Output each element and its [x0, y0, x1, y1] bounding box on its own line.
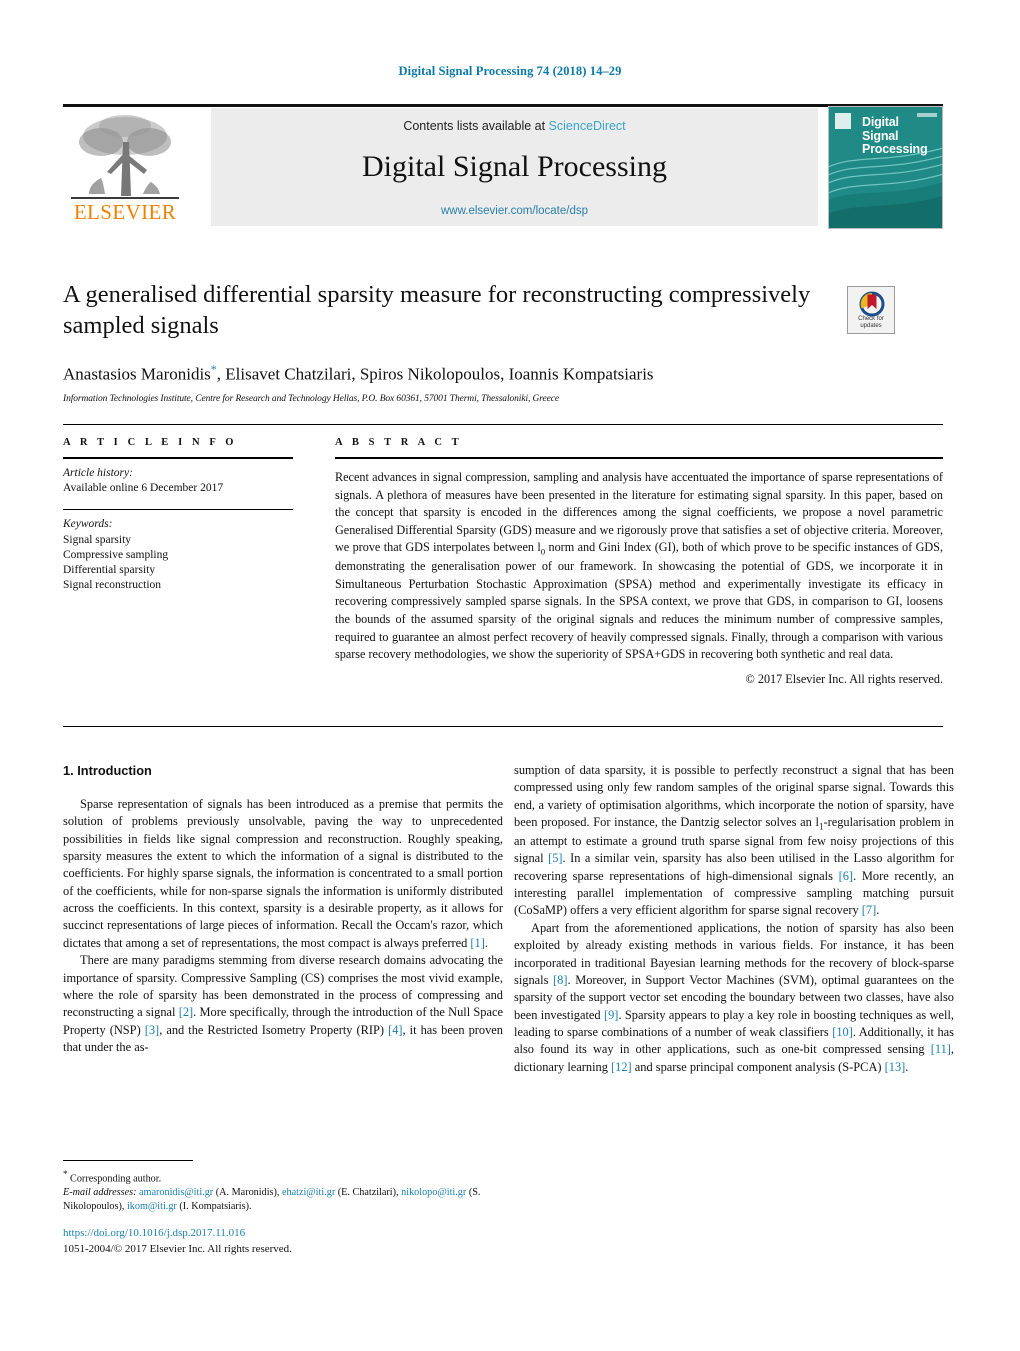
abstract-copyright: © 2017 Elsevier Inc. All rights reserved…	[745, 671, 943, 686]
email-link[interactable]: nikolopo@iti.gr	[401, 1187, 466, 1198]
affiliation: Information Technologies Institute, Cent…	[63, 394, 560, 405]
section-heading-introduction: 1. Introduction	[63, 763, 152, 778]
keywords-label: Keywords:	[63, 518, 113, 531]
article-history: Article history: Available online 6 Dece…	[63, 466, 293, 496]
keyword-item: Signal sparsity	[63, 533, 132, 546]
email-owner: (A. Maronidis),	[215, 1187, 280, 1199]
abstract-rule	[335, 457, 943, 459]
author-list: Anastasios Maronidis*, Elisavet Chatzila…	[63, 361, 654, 384]
elsevier-wordmark: ELSEVIER	[73, 200, 177, 224]
elsevier-tree-icon	[71, 112, 179, 198]
journal-title: Digital Signal Processing	[362, 150, 667, 183]
title-block: A generalised differential sparsity meas…	[63, 280, 943, 404]
masthead-panel: Contents lists available at ScienceDirec…	[211, 108, 818, 226]
paragraph: Sparse representation of signals has bee…	[63, 796, 503, 950]
abstract-text: Recent advances in signal compression, s…	[335, 470, 943, 662]
corresponding-author-marker: *	[210, 361, 217, 376]
elsevier-logo-rule	[71, 197, 179, 199]
email-owner: (I. Kompatsiaris).	[179, 1201, 252, 1213]
corresponding-author-note: Corresponding author.	[70, 1173, 162, 1185]
contents-prefix: Contents lists available at	[403, 119, 549, 133]
info-band-top-rule	[63, 424, 943, 425]
email-link[interactable]: ikom@iti.gr	[127, 1201, 177, 1212]
keyword-item: Differential sparsity	[63, 563, 156, 576]
article-history-value: Available online 6 December 2017	[63, 482, 224, 495]
sciencedirect-link[interactable]: ScienceDirect	[549, 119, 626, 133]
keywords-divider	[63, 509, 293, 511]
journal-url-link[interactable]: www.elsevier.com/locate/dsp	[211, 205, 818, 217]
paragraph: There are many paradigms stemming from d…	[63, 953, 503, 1054]
email-link[interactable]: amaronidis@iti.gr	[139, 1187, 213, 1198]
email-addresses-label: E-mail addresses:	[63, 1187, 137, 1199]
keyword-item: Signal reconstruction	[63, 579, 162, 592]
crossmark-label: Check for updates	[858, 316, 884, 330]
paragraph: sumption of data sparsity, it is possibl…	[514, 763, 954, 918]
article-info-heading: A R T I C L E I N F O	[63, 437, 238, 448]
running-head: Digital Signal Processing 74 (2018) 14–2…	[398, 64, 622, 78]
email-link[interactable]: ehatzi@iti.gr	[282, 1187, 335, 1198]
masthead-top-rule	[63, 104, 943, 107]
abstract-panel: A B S T R A C T Recent advances in signa…	[335, 437, 943, 687]
paragraph: Apart from the aforementioned applicatio…	[514, 920, 954, 1074]
page-title: A generalised differential sparsity meas…	[63, 281, 811, 339]
footnote-star: *	[63, 1169, 68, 1179]
article-info-rule	[63, 457, 293, 459]
body-column-left: 1. Introduction Sparse representation of…	[63, 762, 503, 1056]
footnote-text: * Corresponding author. E-mail addresses…	[63, 1168, 503, 1214]
imprint-block: https://doi.org/10.1016/j.dsp.2017.11.01…	[63, 1226, 503, 1257]
paper-page: Digital Signal Processing 74 (2018) 14–2…	[0, 0, 1020, 1351]
article-history-label: Article history:	[63, 467, 133, 479]
footnote-rule	[63, 1160, 193, 1161]
body-column-right: sumption of data sparsity, it is possibl…	[514, 762, 954, 1076]
abstract-heading: A B S T R A C T	[335, 437, 463, 448]
issn-copyright-line: 1051-2004/© 2017 Elsevier Inc. All right…	[63, 1242, 292, 1255]
crossmark-badge[interactable]: Check for updates	[847, 286, 895, 334]
doi-link[interactable]: https://doi.org/10.1016/j.dsp.2017.11.01…	[63, 1226, 503, 1242]
journal-cover-thumbnail: Digital Signal Processing	[828, 106, 943, 229]
elsevier-logo: ELSEVIER	[65, 110, 185, 227]
keywords-block: Keywords: Signal sparsity Compressive sa…	[63, 517, 293, 593]
cover-title: Digital Signal Processing	[862, 115, 928, 156]
contents-line: Contents lists available at ScienceDirec…	[211, 119, 818, 133]
email-owner: (E. Chatzilari),	[337, 1187, 399, 1199]
footnote-block: * Corresponding author. E-mail addresses…	[63, 1160, 503, 1214]
keyword-item: Compressive sampling	[63, 548, 169, 561]
info-band-bottom-rule	[63, 726, 943, 727]
article-info-panel: A R T I C L E I N F O Article history: A…	[63, 437, 293, 593]
journal-masthead: ELSEVIER Contents lists available at Sci…	[63, 104, 943, 229]
cover-publisher-mark	[835, 113, 851, 129]
